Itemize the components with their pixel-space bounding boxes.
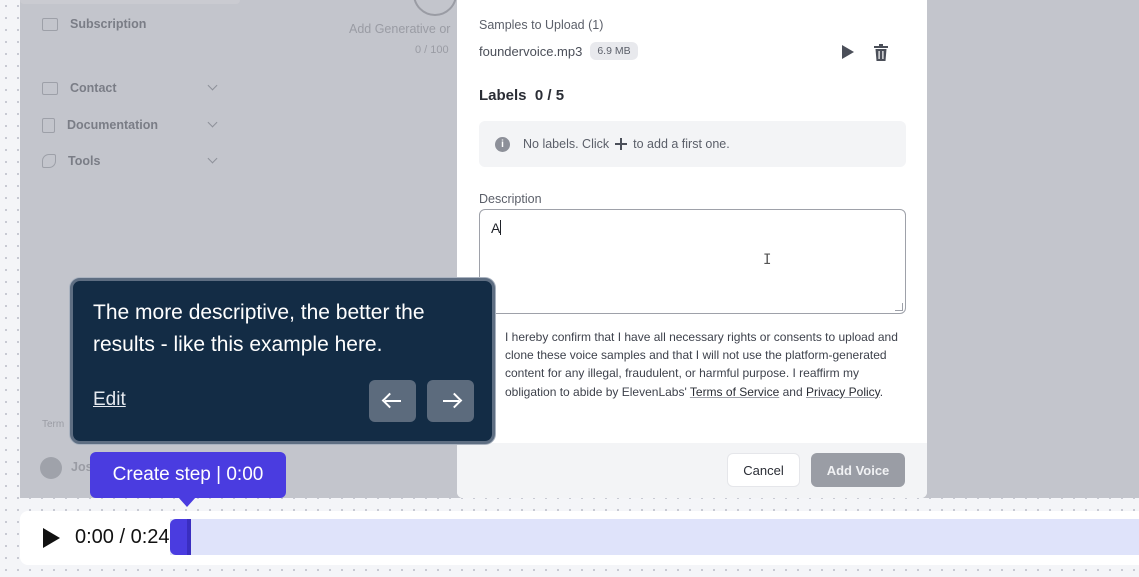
chevron-down-icon bbox=[207, 80, 218, 91]
sidebar-item-subscription[interactable]: Subscription bbox=[42, 14, 216, 34]
subscription-icon bbox=[42, 17, 58, 31]
sidebar-item-tools[interactable]: Tools bbox=[42, 151, 218, 171]
tooltip-text: The more descriptive, the better the res… bbox=[93, 301, 425, 356]
privacy-policy-link[interactable]: Privacy Policy bbox=[806, 385, 880, 399]
playhead-edge bbox=[187, 519, 191, 555]
sidebar-item-label: Tools bbox=[68, 154, 101, 168]
play-sample-icon[interactable] bbox=[842, 45, 854, 59]
create-step-badge[interactable]: Create step | 0:00 bbox=[90, 452, 286, 498]
info-text-before: No labels. Click bbox=[523, 137, 610, 151]
plus-icon[interactable] bbox=[615, 138, 628, 150]
terms-of-service-link[interactable]: Terms of Service bbox=[690, 385, 779, 399]
file-size-badge: 6.9 MB bbox=[590, 42, 638, 60]
play-icon[interactable] bbox=[43, 528, 60, 548]
video-player-bar: 0:00 / 0:24 bbox=[20, 511, 1139, 565]
info-icon: i bbox=[495, 136, 510, 152]
consent-end: . bbox=[879, 384, 884, 399]
text-cursor-icon: I bbox=[763, 252, 772, 268]
consent-and: and bbox=[782, 384, 803, 399]
avatar[interactable] bbox=[40, 457, 62, 479]
info-text: No labels. Click to add a first one. bbox=[523, 137, 730, 151]
edit-link[interactable]: Edit bbox=[93, 389, 126, 411]
description-label: Description bbox=[479, 192, 542, 206]
sidebar-item-label: Documentation bbox=[67, 118, 158, 132]
add-voice-button[interactable]: Add Voice bbox=[811, 453, 905, 487]
sidebar-item-contact[interactable]: Contact bbox=[42, 78, 218, 98]
description-value: A bbox=[491, 220, 501, 236]
sidebar-item-label: Subscription bbox=[70, 17, 147, 31]
consent-text: I hereby confirm that I have all necessa… bbox=[505, 328, 910, 401]
timeline-track[interactable] bbox=[170, 519, 1139, 555]
samples-title: Samples to Upload (1) bbox=[479, 18, 604, 32]
trash-icon[interactable] bbox=[873, 44, 889, 62]
info-text-after: to add a first one. bbox=[633, 137, 730, 151]
guide-tooltip: The more descriptive, the better the res… bbox=[70, 278, 495, 444]
step-pointer bbox=[178, 497, 196, 507]
chevron-down-icon bbox=[207, 117, 218, 128]
labels-title: Labels 0 / 5 bbox=[479, 87, 565, 104]
sidebar-item-documentation[interactable]: Documentation bbox=[42, 115, 218, 135]
labels-empty-info: i No labels. Click to add a first one. bbox=[479, 121, 906, 167]
contact-icon bbox=[42, 81, 58, 95]
next-step-button[interactable] bbox=[427, 380, 474, 422]
wrench-icon bbox=[42, 154, 56, 168]
add-voice-modal: Samples to Upload (1) foundervoice.mp3 6… bbox=[457, 0, 927, 498]
background-circle-icon bbox=[413, 0, 457, 16]
sample-file-row: foundervoice.mp3 6.9 MB bbox=[479, 42, 638, 60]
file-name: foundervoice.mp3 bbox=[479, 43, 583, 59]
modal-footer: Cancel Add Voice bbox=[457, 443, 927, 498]
arrow-right-icon bbox=[442, 400, 459, 402]
sidebar-footer-text: Term bbox=[42, 419, 65, 430]
text-caret bbox=[500, 220, 502, 235]
arrow-left-icon bbox=[384, 400, 401, 402]
background-add-text: Add Generative or bbox=[349, 22, 451, 36]
background-counter: 0 / 100 bbox=[415, 44, 449, 56]
cancel-button[interactable]: Cancel bbox=[727, 453, 800, 487]
previous-step-button[interactable] bbox=[369, 380, 416, 422]
chevron-down-icon bbox=[207, 153, 218, 164]
playback-time: 0:00 / 0:24 bbox=[75, 526, 170, 548]
resize-handle[interactable] bbox=[895, 303, 903, 311]
sidebar-item-label: Contact bbox=[70, 81, 117, 95]
description-textarea[interactable]: A bbox=[479, 209, 906, 314]
documentation-icon bbox=[42, 117, 55, 133]
